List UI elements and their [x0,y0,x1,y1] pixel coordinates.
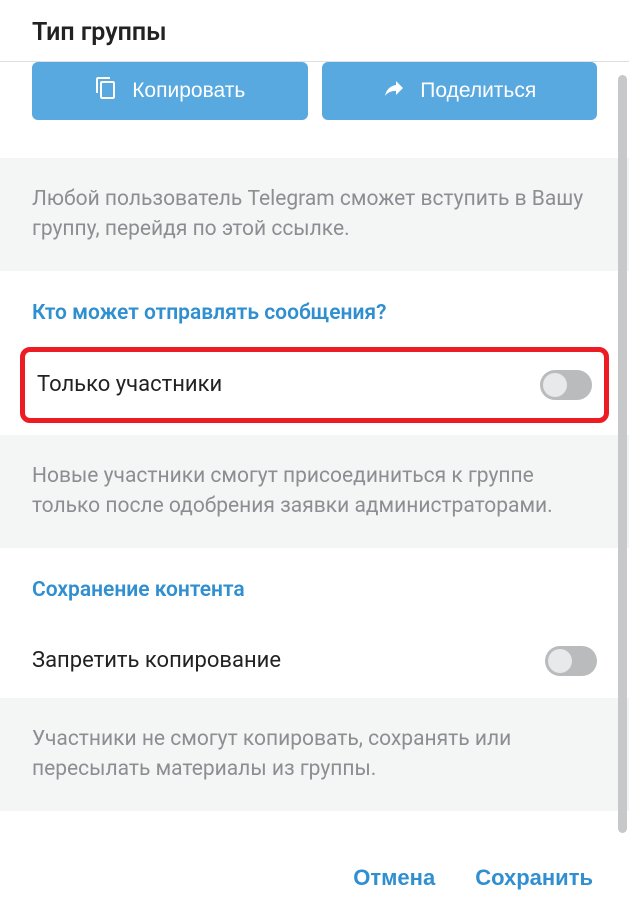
info-approval-description: Новые участники смогут присоединиться к … [0,435,629,548]
save-button[interactable]: Сохранить [475,865,593,891]
info-restrict-description: Участники не смогут копировать, сохранят… [0,698,629,811]
section-who-can-send: Кто может отправлять сообщения? Только у… [0,271,629,423]
section-heading-content: Сохранение контента [0,548,629,624]
scrollbar[interactable] [618,75,627,833]
share-button-label: Поделиться [420,79,536,103]
copy-icon [94,76,118,106]
share-icon [382,76,406,106]
section-content-saving: Сохранение контента Запретить копировани… [0,548,629,698]
button-row: Копировать Поделиться [0,62,629,158]
page-title: Тип группы [32,18,597,47]
row-restrict-copy[interactable]: Запретить копирование [0,624,629,698]
section-heading-messages: Кто может отправлять сообщения? [0,271,629,347]
copy-button[interactable]: Копировать [32,62,308,120]
restrict-copy-label: Запретить копирование [32,648,281,673]
header: Тип группы [0,0,629,62]
row-members-only[interactable]: Только участники [20,347,609,423]
restrict-copy-toggle[interactable] [545,646,597,676]
footer: Отмена Сохранить [0,843,629,913]
copy-button-label: Копировать [132,79,245,103]
cancel-button[interactable]: Отмена [353,865,435,891]
members-only-label: Только участники [33,372,222,397]
members-only-toggle[interactable] [540,370,592,400]
share-button[interactable]: Поделиться [322,62,598,120]
info-link-description: Любой пользователь Telegram сможет вступ… [0,158,629,271]
content-scroll: Копировать Поделиться Любой пользователь… [0,62,629,862]
